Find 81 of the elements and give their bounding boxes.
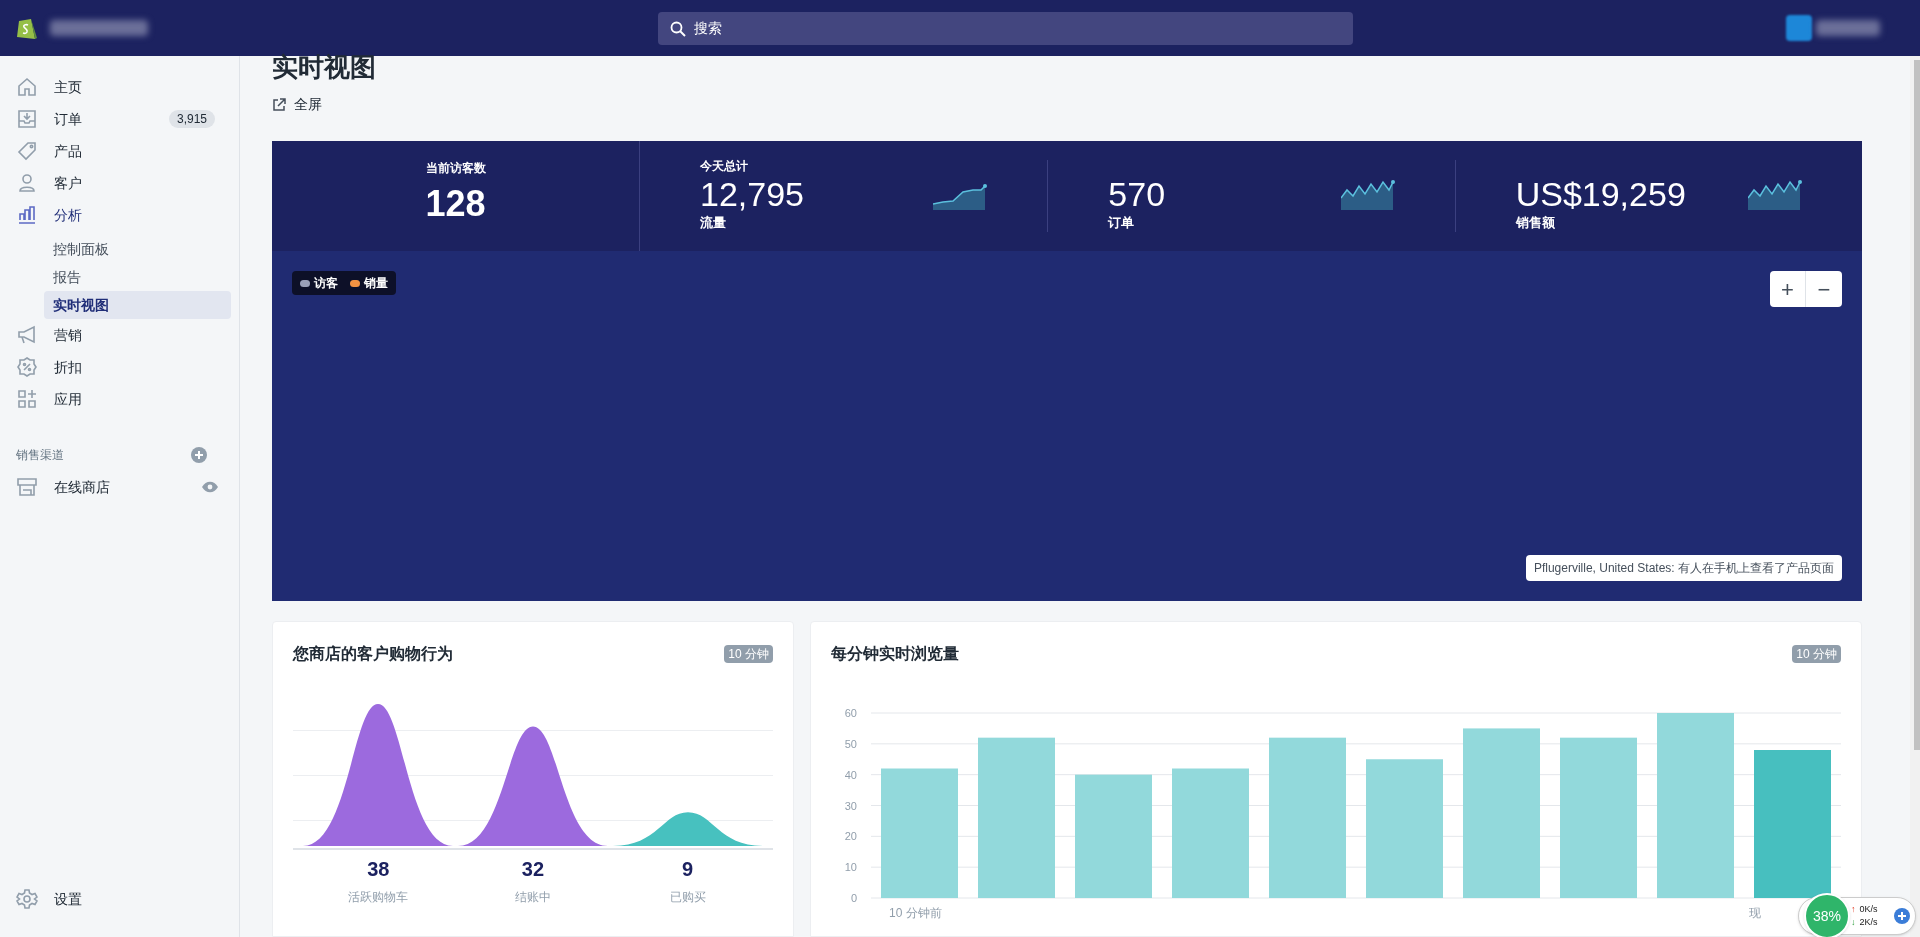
download-speed: 2K/s: [1859, 916, 1878, 929]
home-icon: [16, 76, 38, 98]
stage-value: 38: [367, 857, 390, 882]
up-arrow: ↑: [1851, 903, 1856, 916]
sidebar-item[interactable]: 客户: [0, 167, 239, 199]
eye-icon[interactable]: [201, 481, 219, 493]
bar-chart-icon: [16, 204, 38, 226]
card-title: 每分钟实时浏览量: [831, 644, 959, 664]
sidebar-item[interactable]: 分析: [0, 199, 239, 231]
item-label: 折扣: [54, 357, 82, 377]
fullscreen-link[interactable]: 全屏: [272, 94, 322, 115]
stat-label: 流量: [700, 213, 727, 232]
count-badge: 3,915: [168, 110, 215, 128]
time-range-badge: 10 分钟: [1792, 645, 1841, 663]
stat-value: 128: [425, 182, 486, 226]
card-title: 您商店的客户购物行为: [293, 644, 453, 664]
axis-tick-label: 0: [850, 892, 857, 904]
stat-value: 12,795: [700, 176, 804, 211]
zoom-out-button[interactable]: −: [1806, 271, 1842, 307]
item-label: 主页: [54, 77, 82, 97]
axis-label: 10 分钟前: [889, 905, 942, 922]
sidebar-subitem[interactable]: 实时视图: [44, 291, 231, 319]
sidebar-item[interactable]: 订单 3,915: [0, 103, 239, 135]
item-label: 应用: [54, 389, 82, 409]
add-icon[interactable]: [1893, 907, 1911, 925]
stage-label: 结账中: [515, 889, 551, 906]
megaphone-icon: [16, 324, 38, 346]
search-icon: [670, 20, 686, 37]
tag-icon: [16, 140, 38, 162]
item-label: 分析: [54, 205, 82, 225]
person-icon: [16, 172, 38, 194]
axis-tick-label: 10: [844, 861, 857, 874]
search-field[interactable]: 搜索: [658, 11, 1353, 45]
stage-label: 已购买: [669, 889, 706, 906]
axis-tick-label: 40: [844, 768, 857, 781]
stage-value: 32: [521, 857, 545, 882]
add-icon[interactable]: [191, 447, 207, 463]
item-label: 客户: [54, 173, 82, 193]
sidebar-item[interactable]: 折扣: [0, 351, 239, 383]
stat-value: US$19,259: [1515, 176, 1686, 211]
sidebar-item[interactable]: 产品: [0, 135, 239, 167]
sidebar-subitem[interactable]: 报告: [44, 263, 231, 291]
avatar[interactable]: [1786, 15, 1812, 41]
sidebar-subitem[interactable]: 控制面板: [44, 235, 231, 263]
item-label: 产品: [54, 141, 82, 161]
external-link-icon: [272, 97, 286, 112]
settings-item[interactable]: 设置: [0, 883, 239, 915]
inbox-icon: [16, 108, 38, 130]
sidebar-item[interactable]: 在线商店: [0, 471, 239, 503]
sidebar-item[interactable]: 应用: [0, 383, 239, 415]
page-title: 实时视图: [272, 54, 377, 80]
stat-group-label: 今天总计: [700, 157, 749, 175]
down-arrow: ↓: [1851, 916, 1856, 929]
legend-label: 销量: [364, 275, 388, 292]
axis-tick-label: 30: [844, 799, 857, 812]
store-icon: [16, 476, 38, 498]
item-label: 在线商店: [54, 477, 110, 497]
sidebar-item[interactable]: 营销: [0, 319, 239, 351]
settings-icon: [16, 888, 38, 910]
zoom-in-button[interactable]: +: [1770, 271, 1806, 307]
sidebar-item[interactable]: 主页: [0, 71, 239, 103]
item-label: 营销: [54, 325, 82, 345]
axis-tick-label: 60: [844, 707, 857, 719]
axis-tick-label: 50: [844, 737, 857, 750]
upload-speed: 0K/s: [1859, 903, 1878, 916]
axis-label: 现: [1749, 905, 1761, 922]
stat-label: 销售额: [1515, 213, 1556, 232]
stat-value: 570: [1108, 176, 1166, 211]
axis-tick-label: 20: [844, 830, 857, 843]
apps-icon: [16, 388, 38, 410]
stage-value: 9: [682, 857, 694, 882]
time-range-badge: 10 分钟: [724, 645, 773, 663]
legend-label: 访客: [314, 275, 338, 292]
item-label: 订单: [54, 109, 82, 129]
stat-label: 订单: [1108, 213, 1136, 232]
discount-icon: [16, 356, 38, 378]
event-tooltip: Pflugerville, United States: 有人在手机上查看了产品页面: [1525, 555, 1842, 581]
blurred-user-name: [1816, 20, 1880, 36]
stat-label: 当前访客数: [425, 160, 486, 177]
section-title: 销售渠道: [16, 447, 64, 464]
stage-label: 活跃购物车: [348, 889, 409, 906]
